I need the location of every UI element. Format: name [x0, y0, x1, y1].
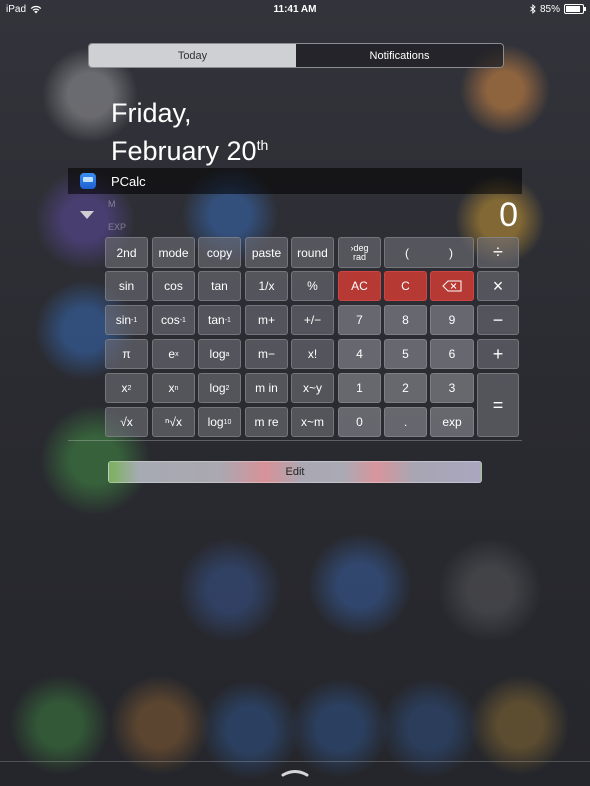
tab-today[interactable]: Today — [89, 44, 296, 67]
key-1[interactable]: 1 — [338, 373, 381, 403]
key-pi[interactable]: π — [105, 339, 148, 369]
pcalc-app-icon — [80, 173, 96, 189]
key-all-clear[interactable]: AC — [338, 271, 381, 301]
widget-title: PCalc — [111, 173, 146, 189]
battery-percent: 85% — [539, 3, 560, 15]
key-e-power[interactable]: ex — [152, 339, 195, 369]
key-round[interactable]: round — [291, 237, 334, 268]
tab-notifications[interactable]: Notifications — [296, 44, 503, 67]
key-log10[interactable]: log 10 — [198, 407, 241, 437]
key-7[interactable]: 7 — [338, 305, 381, 335]
key-0[interactable]: 0 — [338, 407, 381, 437]
key-plus-minus[interactable]: +/− — [291, 305, 334, 335]
date-day: February 20th — [111, 136, 269, 166]
bluetooth-icon — [530, 4, 536, 14]
key-power-n[interactable]: xn — [152, 373, 195, 403]
key-parentheses[interactable]: ( ) — [384, 237, 474, 268]
wifi-icon — [30, 5, 42, 13]
collapse-triangle-icon[interactable] — [80, 211, 94, 219]
key-plus[interactable]: + — [477, 339, 519, 369]
status-time: 11:41 AM — [273, 3, 317, 15]
memory-indicator: M — [108, 199, 116, 209]
key-tan[interactable]: tan — [198, 271, 241, 301]
segmented-control: Today Notifications — [88, 43, 504, 68]
key-paste[interactable]: paste — [245, 237, 288, 268]
key-sqrt[interactable]: √x — [105, 407, 148, 437]
calculator-display: 0 — [499, 196, 518, 234]
calculator-keypad: 2nd mode copy paste round ›deg rad ( ) ÷… — [105, 237, 519, 437]
key-cos[interactable]: cos — [152, 271, 195, 301]
key-8[interactable]: 8 — [384, 305, 427, 335]
key-minus[interactable]: − — [477, 305, 519, 335]
key-backspace[interactable] — [430, 271, 474, 301]
key-mode[interactable]: mode — [152, 237, 195, 268]
key-memory-minus[interactable]: m− — [245, 339, 288, 369]
backspace-icon — [442, 280, 462, 292]
exp-indicator: EXP — [108, 222, 127, 232]
key-paren-open[interactable]: ( — [405, 246, 409, 260]
key-log-a[interactable]: log a — [198, 339, 241, 369]
key-reciprocal[interactable]: 1/x — [245, 271, 288, 301]
key-4[interactable]: 4 — [338, 339, 381, 369]
key-arcsin[interactable]: sin -1 — [105, 305, 148, 335]
key-memory-plus[interactable]: m+ — [245, 305, 288, 335]
key-percent[interactable]: % — [291, 271, 334, 301]
key-memory-in[interactable]: m in — [245, 373, 288, 403]
key-2nd[interactable]: 2nd — [105, 237, 148, 268]
device-name: iPad — [6, 3, 27, 15]
key-factorial[interactable]: x! — [291, 339, 334, 369]
key-divide[interactable]: ÷ — [477, 237, 519, 268]
key-arctan[interactable]: tan -1 — [198, 305, 241, 335]
grabber-handle-icon[interactable] — [281, 767, 309, 777]
key-nth-root[interactable]: ⁿ√x — [152, 407, 195, 437]
key-sin[interactable]: sin — [105, 271, 148, 301]
date-heading: Friday, February 20th — [111, 97, 268, 167]
key-log2[interactable]: log 2 — [198, 373, 241, 403]
key-swap-xy[interactable]: x~y — [291, 373, 334, 403]
key-decimal[interactable]: . — [384, 407, 427, 437]
bottom-divider — [0, 761, 590, 762]
edit-button[interactable]: Edit — [108, 461, 482, 483]
key-arccos[interactable]: cos -1 — [152, 305, 195, 335]
key-9[interactable]: 9 — [430, 305, 474, 335]
key-paren-close[interactable]: ) — [449, 246, 453, 260]
widget-divider — [68, 440, 522, 441]
key-equals[interactable]: = — [477, 373, 519, 437]
key-square[interactable]: x2 — [105, 373, 148, 403]
status-bar: iPad 11:41 AM 85% — [0, 0, 590, 18]
key-multiply[interactable]: × — [477, 271, 519, 301]
date-weekday: Friday, — [111, 98, 192, 128]
key-3[interactable]: 3 — [430, 373, 474, 403]
key-swap-xm[interactable]: x~m — [291, 407, 334, 437]
key-copy[interactable]: copy — [198, 237, 241, 268]
key-exp[interactable]: exp — [430, 407, 474, 437]
pcalc-widget-header[interactable]: PCalc — [68, 168, 522, 194]
key-memory-recall[interactable]: m re — [245, 407, 288, 437]
key-5[interactable]: 5 — [384, 339, 427, 369]
battery-icon — [564, 4, 586, 14]
key-6[interactable]: 6 — [430, 339, 474, 369]
rad-label: rad — [352, 251, 366, 262]
key-deg-rad[interactable]: ›deg rad — [338, 237, 381, 268]
key-clear[interactable]: C — [384, 271, 427, 301]
key-2[interactable]: 2 — [384, 373, 427, 403]
